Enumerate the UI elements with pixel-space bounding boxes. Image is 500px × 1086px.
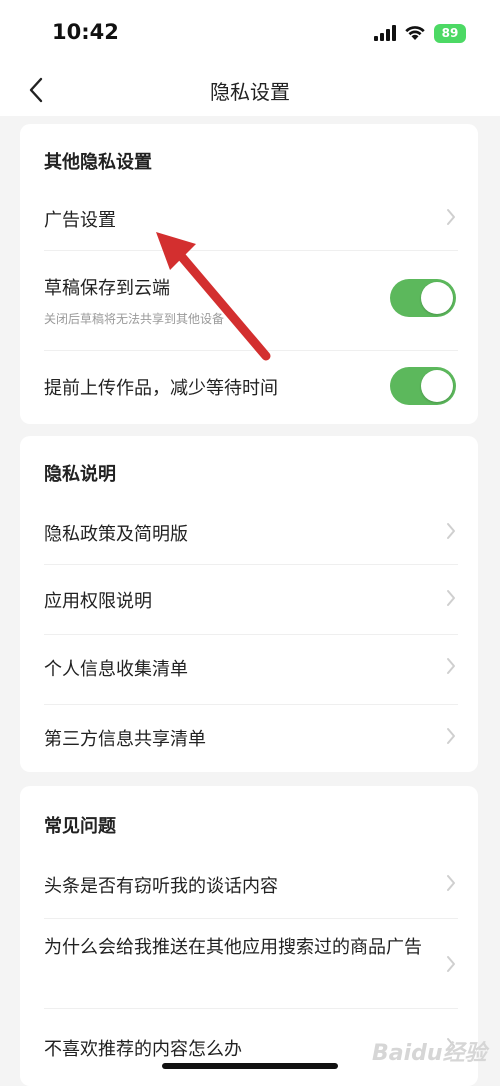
row-draft-cloud-save: 草稿保存到云端 关闭后草稿将无法共享到其他设备	[20, 252, 478, 348]
battery-icon: 89	[434, 23, 466, 43]
row-privacy-policy[interactable]: 隐私政策及简明版	[20, 496, 478, 564]
row-personal-info-list[interactable]: 个人信息收集清单	[20, 635, 478, 703]
section-title: 其他隐私设置	[44, 152, 152, 173]
chevron-right-icon	[442, 521, 460, 541]
signal-icon	[374, 25, 396, 41]
row-app-permissions[interactable]: 应用权限说明	[20, 565, 478, 633]
row-label: 头条是否有窃听我的谈话内容	[44, 876, 278, 897]
chevron-right-icon	[442, 207, 460, 227]
nav-bar: 隐私设置	[0, 64, 500, 116]
status-time: 10:42	[52, 20, 119, 44]
row-label: 个人信息收集清单	[44, 659, 188, 680]
row-label: 不喜欢推荐的内容怎么办	[44, 1039, 242, 1060]
draft-cloud-toggle[interactable]	[390, 279, 456, 317]
chevron-right-icon	[442, 588, 460, 608]
page-title: 隐私设置	[210, 80, 290, 104]
row-ad-settings[interactable]: 广告设置	[20, 186, 478, 248]
row-label: 为什么会给我推送在其他应用搜索过的商品广告	[44, 937, 422, 958]
status-icons: 89	[374, 22, 466, 44]
row-third-party-sharing[interactable]: 第三方信息共享清单	[20, 705, 478, 771]
row-label: 草稿保存到云端	[44, 278, 170, 299]
row-description: 关闭后草稿将无法共享到其他设备	[44, 312, 225, 326]
row-label: 应用权限说明	[44, 591, 152, 612]
status-bar: 10:42 89	[0, 0, 500, 64]
chevron-right-icon	[442, 656, 460, 676]
divider	[44, 350, 458, 351]
early-upload-toggle[interactable]	[390, 367, 456, 405]
card-other-privacy-settings: 其他隐私设置 广告设置 草稿保存到云端 关闭后草稿将无法共享到其他设备 提前上传…	[20, 124, 478, 424]
toggle-knob	[421, 282, 453, 314]
watermark-text: Baidu经验	[372, 1041, 487, 1066]
chevron-right-icon	[442, 873, 460, 893]
divider	[44, 250, 458, 251]
wifi-icon	[405, 26, 425, 40]
watermark-logo: Baidu经验	[372, 1035, 487, 1067]
chevron-right-icon	[442, 726, 460, 746]
row-faq-eavesdrop[interactable]: 头条是否有窃听我的谈话内容	[20, 850, 478, 916]
section-title: 常见问题	[44, 816, 116, 837]
home-indicator	[162, 1063, 338, 1069]
toggle-knob	[421, 370, 453, 402]
row-label: 提前上传作品，减少等待时间	[44, 378, 278, 399]
row-label: 隐私政策及简明版	[44, 524, 188, 545]
battery-level: 89	[441, 26, 459, 40]
section-title: 隐私说明	[44, 464, 116, 485]
row-label: 广告设置	[44, 210, 116, 231]
row-faq-ads-from-other-apps[interactable]: 为什么会给我推送在其他应用搜索过的商品广告	[20, 919, 478, 1007]
row-early-upload: 提前上传作品，减少等待时间	[20, 352, 478, 422]
row-label: 第三方信息共享清单	[44, 729, 206, 750]
chevron-right-icon	[442, 954, 460, 974]
card-privacy-explanation: 隐私说明 隐私政策及简明版 应用权限说明 个人信息收集清单 第三方信息共享清单	[20, 436, 478, 772]
